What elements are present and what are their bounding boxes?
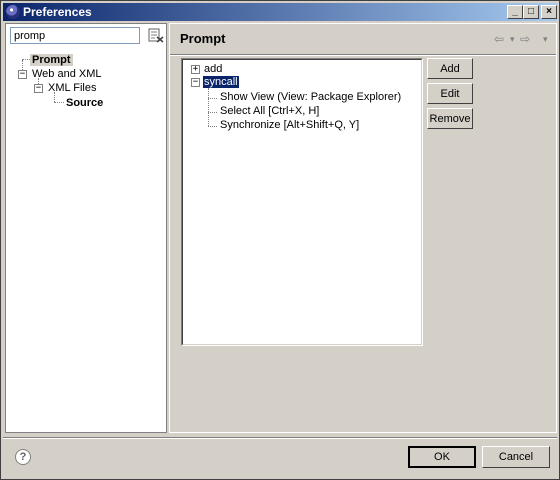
- tree-connector: [208, 112, 217, 113]
- clear-filter-icon[interactable]: [148, 28, 164, 43]
- tree-item-show-view[interactable]: Show View (View: Package Explorer): [220, 90, 401, 104]
- tree-item-synchronize[interactable]: Synchronize [Alt+Shift+Q, Y]: [220, 118, 359, 132]
- tree-connector: [54, 102, 64, 103]
- title-bar[interactable]: Preferences _ □ ×: [3, 3, 557, 21]
- sidebar-item-xml-files[interactable]: XML Files: [48, 81, 97, 95]
- tree-connector: [22, 59, 30, 60]
- view-menu-icon[interactable]: ▾: [543, 34, 548, 45]
- edit-button[interactable]: Edit: [427, 83, 473, 104]
- back-menu-icon[interactable]: ▾: [510, 34, 515, 45]
- preference-sidebar: Prompt − Web and XML − XML Files Source: [5, 23, 167, 433]
- sidebar-item-label: Web and XML: [32, 68, 102, 80]
- preferences-window: Preferences _ □ × Prompt − Web and XML −: [0, 0, 560, 480]
- remove-button[interactable]: Remove: [427, 108, 473, 129]
- minimize-button[interactable]: _: [507, 5, 523, 19]
- window-title: Preferences: [23, 5, 92, 19]
- expand-icon[interactable]: +: [191, 65, 200, 74]
- prompt-tree[interactable]: + add − syncall Show View (View: Package…: [181, 58, 423, 346]
- collapse-icon[interactable]: −: [191, 78, 200, 87]
- sidebar-item-web-and-xml[interactable]: Web and XML: [32, 67, 102, 81]
- sidebar-item-label: Prompt: [30, 54, 73, 66]
- tree-item-label: syncall: [202, 75, 240, 89]
- tree-connector: [208, 98, 217, 99]
- collapse-icon[interactable]: −: [34, 84, 43, 93]
- preference-page: Prompt ⇦ ▾ ⇨ ▾ + add − syncall Show View…: [169, 23, 557, 433]
- back-arrow-icon[interactable]: ⇦: [494, 32, 504, 46]
- footer-separator: [3, 437, 557, 439]
- ok-button[interactable]: OK: [408, 446, 476, 468]
- help-icon[interactable]: ?: [15, 449, 31, 465]
- close-button[interactable]: ×: [541, 5, 557, 19]
- maximize-button[interactable]: □: [523, 5, 539, 19]
- tree-item-add[interactable]: add: [204, 62, 222, 76]
- tree-item-label: add: [204, 63, 223, 75]
- collapse-icon[interactable]: −: [18, 70, 27, 79]
- tree-item-select-all[interactable]: Select All [Ctrl+X, H]: [220, 104, 319, 118]
- tree-connector: [208, 126, 217, 127]
- filter-input[interactable]: [10, 27, 140, 44]
- sidebar-item-prompt[interactable]: Prompt: [30, 53, 73, 67]
- tree-item-label: Select All [Ctrl+X, H]: [220, 105, 320, 117]
- tree-connector: [208, 88, 209, 126]
- sidebar-item-label: XML Files: [48, 82, 97, 94]
- page-title: Prompt: [180, 31, 226, 46]
- cancel-button[interactable]: Cancel: [482, 446, 550, 468]
- forward-arrow-icon[interactable]: ⇨: [520, 32, 530, 46]
- sidebar-item-source[interactable]: Source: [66, 96, 103, 110]
- tree-item-label: Show View (View: Package Explorer): [220, 91, 402, 103]
- add-button[interactable]: Add: [427, 58, 473, 79]
- tree-item-label: Synchronize [Alt+Shift+Q, Y]: [220, 119, 360, 131]
- tree-item-syncall[interactable]: syncall: [202, 75, 240, 89]
- sidebar-item-label: Source: [66, 97, 104, 109]
- eclipse-app-icon: [6, 5, 20, 19]
- header-separator: [170, 54, 556, 56]
